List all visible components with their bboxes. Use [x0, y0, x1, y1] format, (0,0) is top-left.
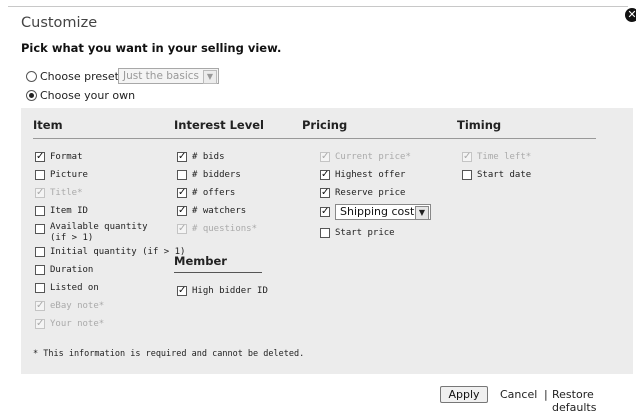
option-current-price: Current price*: [320, 151, 411, 163]
checkbox[interactable]: [35, 170, 45, 180]
column-header-divider: [33, 138, 596, 139]
cancel-link[interactable]: Cancel: [500, 388, 537, 401]
choose-preset-label: Choose preset: [40, 70, 119, 83]
option-start-date[interactable]: Start date: [462, 170, 531, 181]
shipping-cost-select[interactable]: Shipping cost ▼: [335, 204, 431, 220]
checkbox[interactable]: [35, 151, 45, 163]
option-label: High bidder ID: [192, 286, 268, 296]
option-start-price[interactable]: Start price: [320, 228, 395, 239]
option-label: Duration: [50, 265, 94, 275]
link-separator: |: [544, 388, 548, 401]
option-title: Title*: [35, 187, 83, 199]
option-item-id[interactable]: Item ID: [35, 206, 88, 217]
choose-own-radio[interactable]: [26, 90, 37, 101]
preset-select-value: Just the basics: [123, 70, 199, 82]
checkbox: [320, 151, 330, 163]
option-label: Initial quantity (if > 1): [50, 247, 186, 257]
option-bidders[interactable]: # bidders: [177, 170, 241, 181]
option-label: # bidders: [192, 170, 241, 180]
option-reserve-price[interactable]: Reserve price: [320, 187, 406, 199]
checkbox: [462, 151, 472, 163]
checkbox[interactable]: [177, 170, 187, 180]
option-your-note: Your note*: [35, 318, 105, 330]
checkbox[interactable]: [462, 170, 472, 180]
checkbox[interactable]: [35, 247, 45, 257]
option-label: Picture: [50, 170, 88, 180]
choose-preset-option[interactable]: Choose preset: [26, 70, 119, 83]
checkbox[interactable]: [35, 283, 45, 293]
option-watchers[interactable]: # watchers: [177, 205, 247, 217]
checkbox: [35, 187, 45, 199]
option-offers[interactable]: # offers: [177, 187, 236, 199]
checkbox[interactable]: [35, 224, 45, 234]
option-highest-offer[interactable]: Highest offer: [320, 169, 406, 181]
close-icon[interactable]: ✕: [625, 8, 636, 22]
option-label: # offers: [192, 188, 236, 198]
option-high-bidder-id[interactable]: High bidder ID: [177, 285, 268, 297]
option-label: eBay note*: [50, 301, 105, 311]
option-available-quantity[interactable]: Available quantity (if > 1): [35, 222, 165, 244]
option-label: Reserve price: [335, 188, 406, 198]
checkbox: [35, 318, 45, 330]
column-header-pricing: Pricing: [302, 118, 348, 132]
option-ebay-note: eBay note*: [35, 300, 105, 312]
checkbox[interactable]: [320, 187, 330, 199]
option-shipping-cost[interactable]: [320, 206, 335, 218]
option-time-left: Time left*: [462, 151, 532, 163]
checkbox[interactable]: [177, 187, 187, 199]
dialog-subtitle: Pick what you want in your selling view.: [21, 41, 282, 55]
checkbox[interactable]: [320, 206, 330, 218]
apply-button[interactable]: Apply: [440, 386, 488, 403]
option-label: Format: [50, 152, 83, 162]
option-label: Time left*: [477, 152, 532, 162]
option-picture[interactable]: Picture: [35, 170, 88, 181]
choose-own-option[interactable]: Choose your own: [26, 89, 135, 102]
option-format[interactable]: Format: [35, 151, 83, 163]
option-label: Start date: [477, 170, 532, 180]
option-questions: # questions*: [177, 223, 258, 235]
option-bids[interactable]: # bids: [177, 151, 225, 163]
option-label: Highest offer: [335, 170, 406, 180]
option-label: Listed on: [50, 283, 99, 293]
chevron-down-icon: ▼: [203, 70, 217, 84]
option-label: Your note*: [50, 319, 105, 329]
option-label: Title*: [50, 188, 83, 198]
option-label: # bids: [192, 152, 225, 162]
option-label: Item ID: [50, 206, 88, 216]
checkbox[interactable]: [177, 205, 187, 217]
member-header-divider: [174, 272, 262, 273]
option-label: # questions*: [192, 224, 258, 234]
preset-select[interactable]: Just the basics ▼: [118, 68, 219, 84]
shipping-cost-select-value: Shipping cost: [340, 205, 415, 218]
option-label: Start price: [335, 228, 395, 238]
dialog-top-border: [8, 6, 628, 7]
dialog-title: Customize: [21, 15, 98, 31]
option-duration[interactable]: Duration: [35, 265, 93, 276]
column-header-interest-level: Interest Level: [174, 118, 264, 132]
checkbox[interactable]: [177, 151, 187, 163]
option-listed-on[interactable]: Listed on: [35, 283, 99, 294]
checkbox[interactable]: [177, 285, 187, 297]
option-label: Available quantity (if > 1): [50, 222, 148, 243]
chevron-down-icon: ▼: [415, 206, 429, 220]
choose-preset-radio[interactable]: [26, 71, 37, 82]
checkbox[interactable]: [35, 265, 45, 275]
checkbox: [177, 223, 187, 235]
choose-own-label: Choose your own: [40, 89, 136, 102]
option-initial-quantity[interactable]: Initial quantity (if > 1): [35, 247, 185, 258]
required-footnote: * This information is required and canno…: [33, 349, 305, 359]
checkbox[interactable]: [320, 228, 330, 238]
restore-defaults-link[interactable]: Restore defaults: [552, 388, 636, 414]
section-header-member: Member: [174, 254, 227, 268]
option-label: # watchers: [192, 206, 247, 216]
checkbox: [35, 300, 45, 312]
checkbox[interactable]: [320, 169, 330, 181]
option-label: Current price*: [335, 152, 411, 162]
checkbox[interactable]: [35, 206, 45, 216]
column-header-timing: Timing: [457, 118, 502, 132]
column-header-item: Item: [33, 118, 63, 132]
